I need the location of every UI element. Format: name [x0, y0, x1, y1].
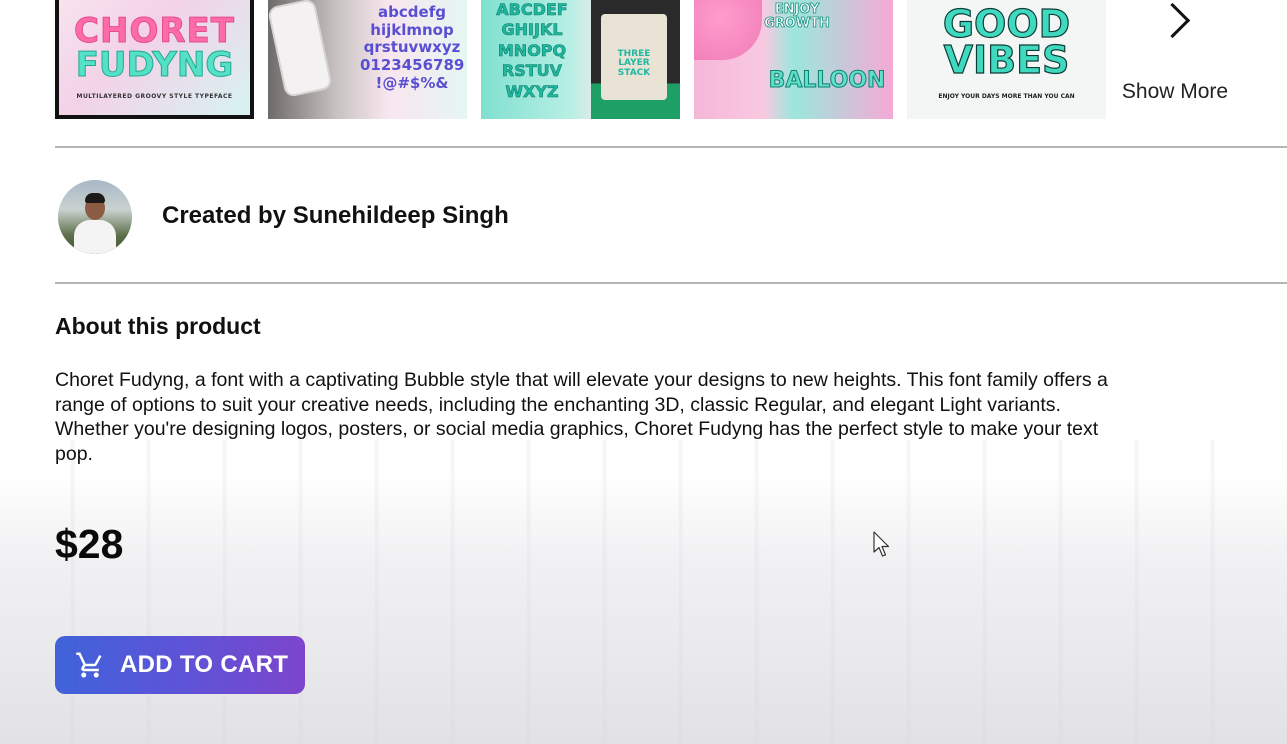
add-to-cart-label: ADD TO CART — [120, 651, 289, 678]
tote-bag-text: THREE LAYER STACK — [617, 49, 651, 78]
thumbnail-alphabet-uppercase[interactable]: ABCDEF GHIJKL MNOPQ RSTUV WXYZ THREE LAY… — [481, 0, 680, 119]
product-price: $28 — [55, 521, 124, 567]
show-more-label: Show More — [1121, 80, 1229, 103]
shopping-cart-icon — [75, 650, 105, 680]
avatar-hair — [85, 193, 105, 203]
mouse-cursor-icon — [873, 531, 893, 559]
thumbnail-alphabet-lowercase[interactable]: abcdefg hijklmnop qrstuvwxyz 0123456789 … — [268, 0, 467, 119]
thumbnail-choret-fudyng[interactable]: CHORET FUDYNG MULTILAYERED GROOVY STYLE … — [55, 0, 254, 119]
creator-avatar[interactable] — [58, 180, 132, 254]
thumbnail-good-vibes[interactable]: GOOD VIBES ENJOY YOUR DAYS MORE THAN YOU… — [907, 0, 1106, 119]
phone-image — [269, 0, 331, 96]
chevron-right-icon — [1154, 2, 1191, 39]
divider — [55, 146, 1287, 148]
add-to-cart-button[interactable]: ADD TO CART — [55, 636, 305, 694]
cap-image — [694, 0, 762, 60]
thumbnail-gallery: CHORET FUDYNG MULTILAYERED GROOVY STYLE … — [55, 0, 1106, 119]
show-more-button[interactable]: Show More — [1110, 0, 1240, 119]
thumbnail-alphabet-text: abcdefg hijklmnop qrstuvwxyz 0123456789 … — [360, 3, 465, 92]
about-heading: About this product — [55, 313, 261, 339]
thumbnail-uppercase-text: ABCDEF GHIJKL MNOPQ RSTUV WXYZ — [496, 0, 568, 101]
avatar-shirt — [74, 220, 116, 254]
thumbnail-balloon-text: BALLOON — [768, 68, 886, 93]
thumbnail-top-text: ENJOY GROWTH — [764, 2, 831, 32]
background-texture — [0, 440, 1287, 744]
thumbnail-title-line2: FUDYNG — [75, 45, 234, 85]
about-description: Choret Fudyng, a font with a captivating… — [55, 369, 1108, 466]
thumbnail-title-line1: CHORET — [74, 11, 235, 51]
thumbnail-good-vibes-caption: ENJOY YOUR DAYS MORE THAN YOU CAN — [938, 93, 1075, 100]
thumbnail-balloon[interactable]: ENJOY GROWTH BALLOON — [694, 0, 893, 119]
divider — [55, 282, 1287, 284]
thumbnail-caption: MULTILAYERED GROOVY STYLE TYPEFACE — [76, 93, 233, 100]
thumbnail-good-vibes-text: GOOD VIBES — [942, 2, 1071, 83]
creator-name[interactable]: Created by Sunehildeep Singh — [162, 202, 509, 230]
